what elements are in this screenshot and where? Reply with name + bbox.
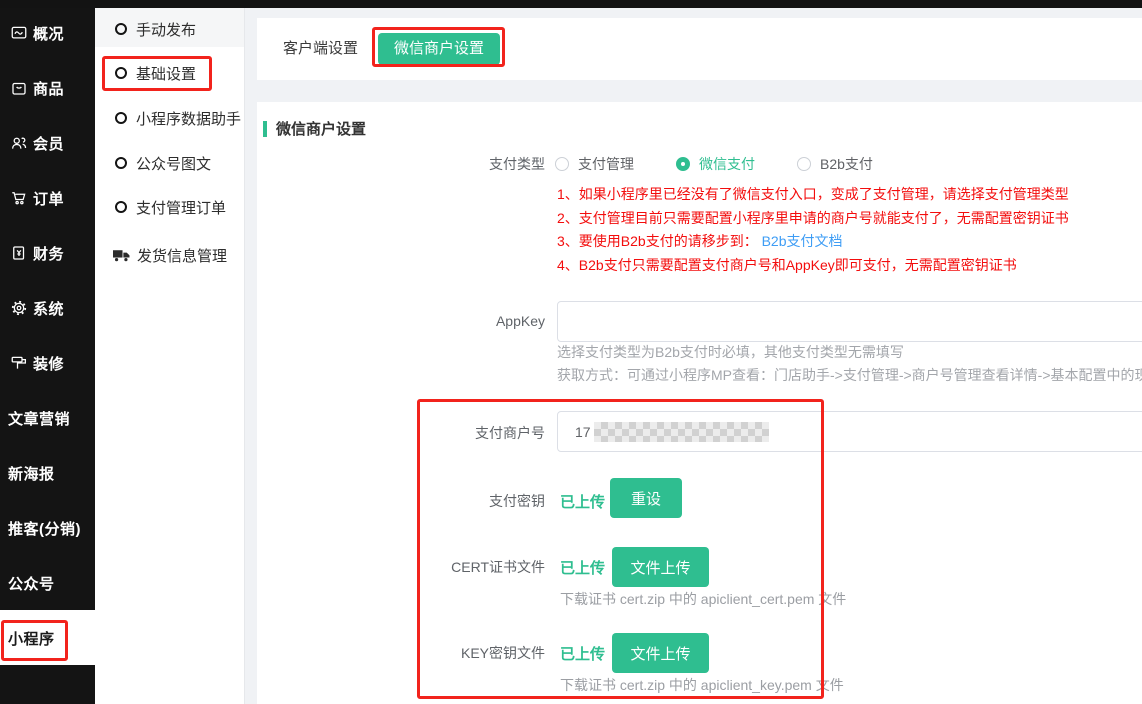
sidebar-item-label: 小程序	[8, 628, 55, 649]
sidebar-item-distribution[interactable]: 推客(分销)	[0, 516, 95, 540]
submenu-item-label: 基础设置	[136, 63, 196, 84]
sidebar-item-label: 商品	[33, 78, 64, 99]
submenu-item-miniprogram-data-assistant[interactable]: 小程序数据助手	[95, 104, 244, 132]
submenu-item-label: 公众号图文	[136, 153, 211, 174]
sidebar-item-article-marketing[interactable]: 文章营销	[0, 406, 95, 430]
submenu-item-label: 支付管理订单	[136, 197, 226, 218]
goods-icon	[10, 79, 28, 97]
sidebar-item-goods[interactable]: 商品	[0, 76, 95, 100]
pay-secret-label: 支付密钥	[345, 491, 545, 511]
submenu-item-label: 小程序数据助手	[136, 108, 241, 129]
radio-label: 支付管理	[578, 154, 634, 174]
sidebar-item-label: 公众号	[8, 573, 55, 594]
submenu-item-manual-publish[interactable]: 手动发布	[95, 15, 244, 43]
secondary-sidebar: 手动发布 基础设置 小程序数据助手 公众号图文 支付管理订单 发货信息管理	[95, 8, 245, 704]
overview-icon	[10, 24, 28, 42]
appkey-helper-1: 选择支付类型为B2b支付时必填，其他支付类型无需填写	[557, 341, 1142, 364]
appkey-label: AppKey	[345, 313, 545, 329]
key-upload-button[interactable]: 文件上传	[612, 633, 709, 673]
key-file-status: 已上传	[560, 643, 605, 664]
tab-client-settings[interactable]: 客户端设置	[283, 18, 358, 80]
circle-icon	[115, 157, 127, 169]
redacted-mosaic	[594, 422, 769, 442]
radio-label: 微信支付	[699, 154, 755, 174]
submenu-item-basic-settings[interactable]: 基础设置	[95, 59, 244, 87]
reset-secret-button[interactable]: 重设	[610, 478, 682, 518]
sidebar-item-orders[interactable]: 订单	[0, 186, 95, 210]
sidebar-item-label: 装修	[33, 353, 64, 374]
truck-icon	[113, 249, 130, 262]
sidebar-item-label: 概况	[33, 23, 64, 44]
sidebar-item-label: 会员	[33, 133, 64, 154]
cert-file-label: CERT证书文件	[345, 557, 545, 577]
members-icon	[10, 134, 28, 152]
appkey-input[interactable]	[557, 301, 1142, 342]
submenu-item-shipping-info[interactable]: 发货信息管理	[95, 241, 244, 269]
submenu-item-label: 手动发布	[136, 19, 196, 40]
circle-icon	[115, 201, 127, 213]
note-line-2: 2、支付管理目前只需要配置小程序里申请的商户号就能支付了，无需配置密钥证书	[557, 207, 1069, 231]
sidebar-item-members[interactable]: 会员	[0, 131, 95, 155]
sidebar-item-label: 推客(分销)	[8, 518, 81, 539]
radio-unchecked-icon	[555, 157, 569, 171]
primary-sidebar: 概况 商品 会员 订单 财务	[0, 0, 95, 704]
wechat-merchant-settings-panel: 微信商户设置 支付类型 支付管理 微信支付 B2b支付 1、如果小程序里已经没有…	[257, 102, 1142, 704]
sidebar-item-overview[interactable]: 概况	[0, 21, 95, 45]
merchant-id-label: 支付商户号	[345, 423, 545, 443]
pay-type-radio-group: 支付管理 微信支付 B2b支付	[555, 154, 915, 174]
app-window: 概况 商品 会员 订单 财务	[0, 0, 1142, 704]
system-icon	[10, 299, 28, 317]
radio-label: B2b支付	[820, 154, 873, 174]
pay-type-label: 支付类型	[345, 154, 545, 174]
radio-pay-management[interactable]: 支付管理	[555, 154, 634, 174]
section-title: 微信商户设置	[276, 118, 366, 139]
submenu-item-label: 发货信息管理	[137, 245, 227, 266]
merchant-id-value: 17	[575, 424, 591, 440]
note-line-1: 1、如果小程序里已经没有了微信支付入口，变成了支付管理，请选择支付管理类型	[557, 183, 1069, 207]
sidebar-item-label: 订单	[33, 188, 64, 209]
appkey-helper-2: 获取方式：可通过小程序MP查看：门店助手->支付管理->商户号管理查看详情->基…	[557, 364, 1142, 387]
sidebar-item-system[interactable]: 系统	[0, 296, 95, 320]
circle-icon	[115, 23, 127, 35]
sidebar-item-label: 文章营销	[8, 408, 70, 429]
sidebar-item-new-poster[interactable]: 新海报	[0, 461, 95, 485]
sidebar-item-mini-program[interactable]: 小程序	[0, 626, 95, 650]
sidebar-item-decorate[interactable]: 装修	[0, 351, 95, 375]
cert-file-status: 已上传	[560, 557, 605, 578]
settings-tab-bar: 客户端设置 微信商户设置	[257, 18, 1142, 80]
sidebar-item-finance[interactable]: 财务	[0, 241, 95, 265]
sidebar-item-label: 新海报	[8, 463, 55, 484]
key-file-label: KEY密钥文件	[345, 643, 545, 663]
circle-icon	[115, 112, 127, 124]
top-dark-bar	[0, 0, 1142, 8]
section-accent-bar	[263, 121, 267, 137]
merchant-id-input[interactable]: 17	[557, 411, 1142, 452]
sidebar-item-official-account[interactable]: 公众号	[0, 571, 95, 595]
orders-icon	[10, 189, 28, 207]
submenu-item-official-account-articles[interactable]: 公众号图文	[95, 149, 244, 177]
radio-b2b-pay[interactable]: B2b支付	[797, 154, 873, 174]
section-header: 微信商户设置	[263, 118, 366, 139]
cert-upload-button[interactable]: 文件上传	[612, 547, 709, 587]
sidebar-item-label: 财务	[33, 243, 64, 264]
note-line-3: 3、要使用B2b支付的请移步到： B2b支付文档	[557, 230, 1069, 254]
submenu-item-payment-manage-orders[interactable]: 支付管理订单	[95, 193, 244, 221]
radio-unchecked-icon	[797, 157, 811, 171]
cert-file-helper: 下载证书 cert.zip 中的 apiclient_cert.pem 文件	[560, 589, 846, 609]
circle-icon	[115, 67, 127, 79]
appkey-helpers: 选择支付类型为B2b支付时必填，其他支付类型无需填写 获取方式：可通过小程序MP…	[557, 341, 1142, 387]
decorate-icon	[10, 354, 28, 372]
tab-wechat-merchant-settings[interactable]: 微信商户设置	[378, 33, 500, 65]
radio-wechat-pay[interactable]: 微信支付	[676, 154, 755, 174]
finance-icon	[10, 244, 28, 262]
note-line-4: 4、B2b支付只需要配置支付商户号和AppKey即可支付，无需配置密钥证书	[557, 254, 1069, 278]
key-file-helper: 下载证书 cert.zip 中的 apiclient_key.pem 文件	[560, 675, 844, 695]
pay-type-notes: 1、如果小程序里已经没有了微信支付入口，变成了支付管理，请选择支付管理类型 2、…	[557, 183, 1069, 277]
sidebar-item-label: 系统	[33, 298, 64, 319]
b2b-doc-link[interactable]: B2b支付文档	[762, 233, 843, 249]
pay-secret-status: 已上传	[560, 491, 605, 512]
radio-checked-icon	[676, 157, 690, 171]
